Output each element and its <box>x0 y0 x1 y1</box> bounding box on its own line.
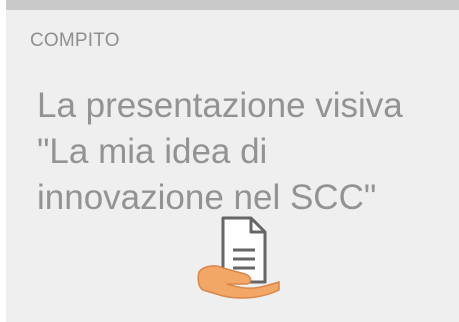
card-top-border <box>6 0 459 10</box>
card-type-label: COMPITO <box>30 30 120 51</box>
assignment-hand-document-icon <box>193 210 283 300</box>
card-title[interactable]: La presentazione visiva "La mia idea di … <box>37 83 457 221</box>
assignment-card[interactable]: COMPITO La presentazione visiva "La mia … <box>6 0 459 322</box>
